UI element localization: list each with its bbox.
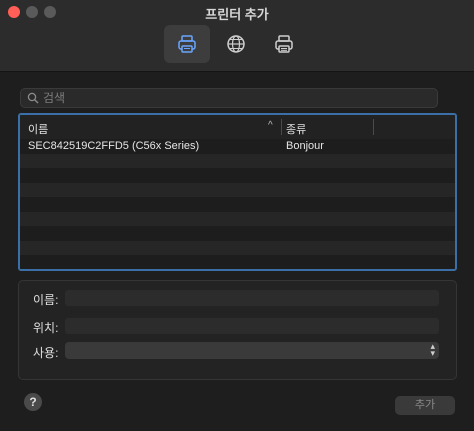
empty-row — [20, 168, 455, 183]
empty-row — [20, 182, 455, 197]
column-divider[interactable] — [373, 119, 374, 135]
printer-name-cell: SEC842519C2FFD5 (C56x Series) — [28, 140, 200, 152]
add-button[interactable]: 추가 — [395, 396, 455, 415]
windows-printers-tab[interactable] — [261, 25, 307, 63]
location-label: 위치: — [33, 321, 59, 335]
printer-details-panel: 이름: 위치: 사용: ▴ ▾ — [18, 280, 457, 380]
name-field[interactable] — [65, 290, 439, 306]
table-header: 이름 ^ 종류 — [20, 115, 455, 140]
location-field[interactable] — [65, 318, 439, 334]
globe-icon — [227, 35, 245, 53]
default-printers-tab[interactable] — [164, 25, 210, 63]
column-header-name[interactable]: 이름 — [28, 121, 48, 137]
table-row[interactable]: SEC842519C2FFD5 (C56x Series) Bonjour — [20, 139, 455, 154]
empty-row — [20, 226, 455, 241]
empty-row — [20, 153, 455, 168]
column-header-type[interactable]: 종류 — [286, 121, 306, 137]
printer-icon — [178, 35, 196, 53]
title-bar: 프린터 추가 — [0, 0, 474, 72]
column-divider[interactable] — [281, 119, 282, 135]
empty-row — [20, 255, 455, 269]
empty-row — [20, 211, 455, 226]
empty-row — [20, 197, 455, 212]
help-button[interactable]: ? — [24, 393, 42, 411]
window-title: 프린터 추가 — [205, 7, 269, 22]
search-icon — [27, 92, 39, 104]
updown-chevron-icon: ▴ ▾ — [430, 341, 435, 358]
search-input[interactable] — [43, 90, 423, 106]
empty-row — [20, 240, 455, 255]
search-field[interactable] — [20, 88, 438, 108]
table-rows: SEC842519C2FFD5 (C56x Series) Bonjour — [20, 139, 455, 269]
use-driver-select[interactable]: ▴ ▾ — [65, 342, 439, 359]
use-label: 사용: — [33, 346, 59, 360]
printer-list-table[interactable]: 이름 ^ 종류 SEC842519C2FFD5 (C56x Series) Bo… — [18, 113, 457, 271]
ip-printers-tab[interactable] — [213, 25, 259, 63]
name-label: 이름: — [33, 293, 59, 307]
windows-printer-icon — [275, 35, 293, 53]
printer-type-cell: Bonjour — [286, 140, 324, 152]
sort-ascending-icon[interactable]: ^ — [268, 120, 273, 131]
